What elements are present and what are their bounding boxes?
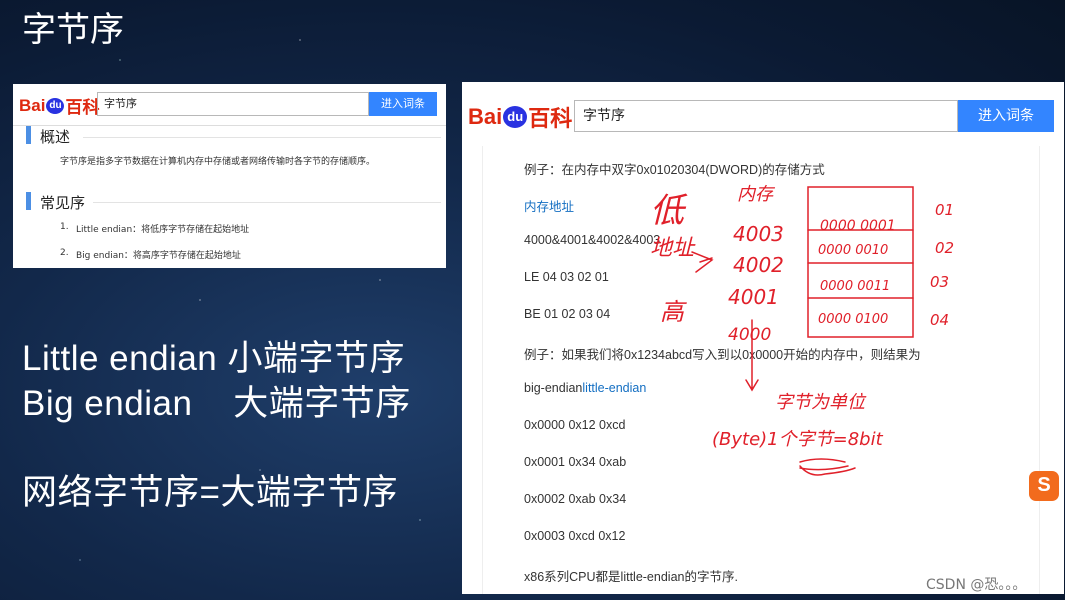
section-title-common: 常见序 xyxy=(20,192,85,213)
list-item-2: Big endian：将高序字节存储在起始地址 xyxy=(76,251,241,261)
example-1-text: 例子：在内存中双字0x01020304(DWORD)的存储方式 xyxy=(524,163,825,177)
big-endian-label: big-endian xyxy=(524,381,583,395)
divider xyxy=(83,137,441,138)
search-bar: Bai du 百科 字节序 进入词条 xyxy=(13,84,446,126)
list-item-2-number: 2. xyxy=(60,248,69,258)
search-bar: Bai du 百科 字节序 进入词条 xyxy=(462,82,1064,146)
overview-text: 字节序是指多字节数据在计算机内存中存储或者网络传输时各字节的存储顺序。 xyxy=(60,157,376,167)
logo-baike: 百科 xyxy=(65,98,100,117)
screenshot-small: Bai du 百科 字节序 进入词条 概述 字节序是指多字节数据在计算机内存中存储或… xyxy=(13,84,446,268)
memory-address-link[interactable]: 内存地址 xyxy=(524,196,574,215)
little-endian-line: Little endian 小端字节序 xyxy=(22,339,405,378)
x86-text: x86系列CPU都是little-endian的字节序. xyxy=(524,570,738,584)
divider xyxy=(93,202,441,203)
be-row: BE 01 02 03 04 xyxy=(524,307,611,321)
table-row: 0x0002 0xab 0x34 xyxy=(524,492,627,506)
example-2-text: 例子：如果我们将0x1234abcd写入到以0x0000开始的内存中，则结果为 xyxy=(524,348,921,362)
addresses-text: 4000&4001&4002&4003 xyxy=(524,233,661,247)
baidu-baike-logo: Bai du 百科 xyxy=(468,101,572,133)
list-item-1-number: 1. xyxy=(60,222,69,232)
endian-labels: big-endianlittle-endian xyxy=(524,381,646,395)
sogou-ime-icon[interactable]: S xyxy=(1029,471,1059,501)
logo-bai: Bai xyxy=(19,95,46,115)
search-input[interactable]: 字节序 xyxy=(574,100,958,132)
baidu-baike-logo: Bai du 百科 xyxy=(19,93,99,118)
section-title-overview: 概述 xyxy=(20,126,70,147)
le-row: LE 04 03 02 01 xyxy=(524,270,609,284)
enter-entry-button[interactable]: 进入词条 xyxy=(369,92,437,116)
list-item-1: Little endian：将低序字节存储在起始地址 xyxy=(76,225,250,235)
little-endian-link[interactable]: little-endian xyxy=(582,381,646,395)
csdn-watermark: CSDN @恐。。。 xyxy=(926,577,1027,593)
enter-entry-button[interactable]: 进入词条 xyxy=(958,100,1054,132)
table-row: 0x0001 0x34 0xab xyxy=(524,455,627,469)
big-endian-line: Big endian 大端字节序 xyxy=(22,384,411,423)
table-row: 0x0000 0x12 0xcd xyxy=(524,418,626,432)
screenshot-large: Bai du 百科 字节序 进入词条 例子：在内存中双字0x01020304(DWO… xyxy=(462,82,1064,594)
table-row: 0x0003 0xcd 0x12 xyxy=(524,529,626,543)
paw-icon: du xyxy=(503,106,528,128)
slide-title: 字节序 xyxy=(22,10,124,50)
logo-baike: 百科 xyxy=(528,106,573,131)
search-input[interactable]: 字节序 xyxy=(97,92,369,116)
logo-bai: Bai xyxy=(468,104,503,129)
network-byte-order-line: 网络字节序=大端字节序 xyxy=(22,473,398,512)
paw-icon: du xyxy=(46,97,65,114)
